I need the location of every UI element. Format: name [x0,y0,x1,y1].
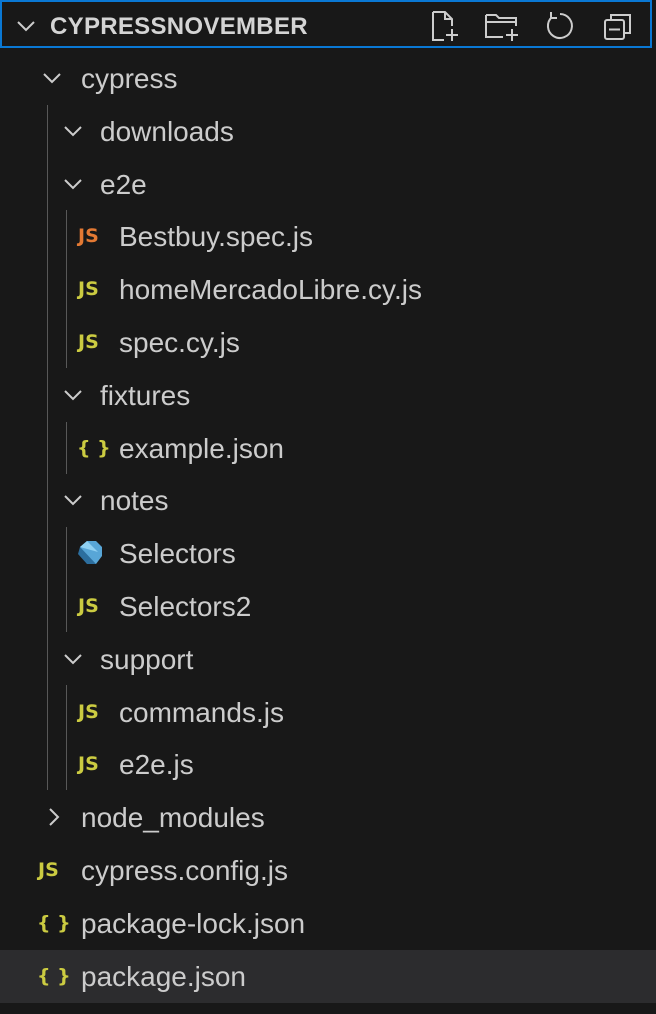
file-label: Bestbuy.spec.js [119,221,314,252]
file-selectors[interactable]: Selectors [0,527,656,580]
file-label: e2e.js [119,749,194,780]
js-file-icon: JS [78,701,99,723]
new-file-button[interactable] [422,8,466,44]
file-label: cypress.config.js [81,855,288,886]
new-folder-button[interactable] [480,8,524,44]
folder-label: e2e [100,169,147,200]
chevron-down-icon[interactable] [14,14,38,38]
chevron-down-icon [64,390,82,401]
json-file-icon: { } [37,912,71,934]
file-explorer: CYPRESSNOVEMBER cypress downloads e2e JS… [0,0,656,1014]
file-spec-cy[interactable]: JS spec.cy.js [0,316,656,369]
json-file-icon: { } [77,437,111,459]
file-selectors2[interactable]: JS Selectors2 [0,580,656,633]
chevron-right-icon [49,808,60,826]
file-cypress-config[interactable]: JS cypress.config.js [0,844,656,897]
js-file-icon: JS [78,753,99,775]
js-file-icon: JS [78,331,99,353]
js-file-icon: JS [78,225,99,247]
folder-label: support [100,644,194,675]
file-label: example.json [119,433,284,464]
chevron-down-icon [64,495,82,506]
file-e2e-js[interactable]: JS e2e.js [0,738,656,791]
chevron-down-icon [64,654,82,665]
folder-notes[interactable]: notes [0,474,656,527]
file-example-json[interactable]: { } example.json [0,422,656,475]
folder-e2e[interactable]: e2e [0,158,656,211]
file-label: commands.js [119,697,284,728]
js-file-icon: JS [78,278,99,300]
file-label: homeMercadoLibre.cy.js [119,274,422,305]
json-file-icon: { } [37,965,71,987]
refresh-icon [546,12,573,39]
js-file-icon: JS [78,595,99,617]
folder-cypress[interactable]: cypress [0,52,656,105]
folder-downloads[interactable]: downloads [0,105,656,158]
chevron-down-icon [64,179,82,190]
new-file-icon [432,11,458,41]
explorer-header[interactable]: CYPRESSNOVEMBER [0,0,652,48]
file-bestbuy-spec[interactable]: JS Bestbuy.spec.js [0,210,656,263]
explorer-actions [422,8,640,44]
folder-label: cypress [81,63,178,94]
dart-file-icon [78,541,102,564]
folder-node-modules[interactable]: node_modules [0,791,656,844]
chevron-down-icon [43,73,61,84]
file-commands[interactable]: JS commands.js [0,686,656,739]
folder-label: node_modules [81,802,265,833]
js-file-icon: JS [38,859,59,881]
file-package-lock[interactable]: { } package-lock.json [0,897,656,950]
collapse-all-icon [604,14,631,40]
chevron-down-icon [64,126,82,137]
file-label: package.json [81,961,247,992]
file-label: Selectors2 [119,591,252,622]
file-package-json[interactable]: { } package.json [0,950,656,1003]
workspace-title: CYPRESSNOVEMBER [50,13,308,40]
folder-support[interactable]: support [0,633,656,686]
refresh-button[interactable] [538,8,582,44]
new-folder-icon [485,14,518,41]
folder-label: downloads [100,116,234,147]
file-label: spec.cy.js [119,327,240,358]
folder-fixtures[interactable]: fixtures [0,369,656,422]
folder-label: notes [100,485,169,516]
file-label: Selectors [119,538,236,569]
file-label: package-lock.json [81,908,306,939]
file-home-mercadolibre[interactable]: JS homeMercadoLibre.cy.js [0,263,656,316]
folder-label: fixtures [100,380,191,411]
collapse-all-button[interactable] [596,8,640,44]
